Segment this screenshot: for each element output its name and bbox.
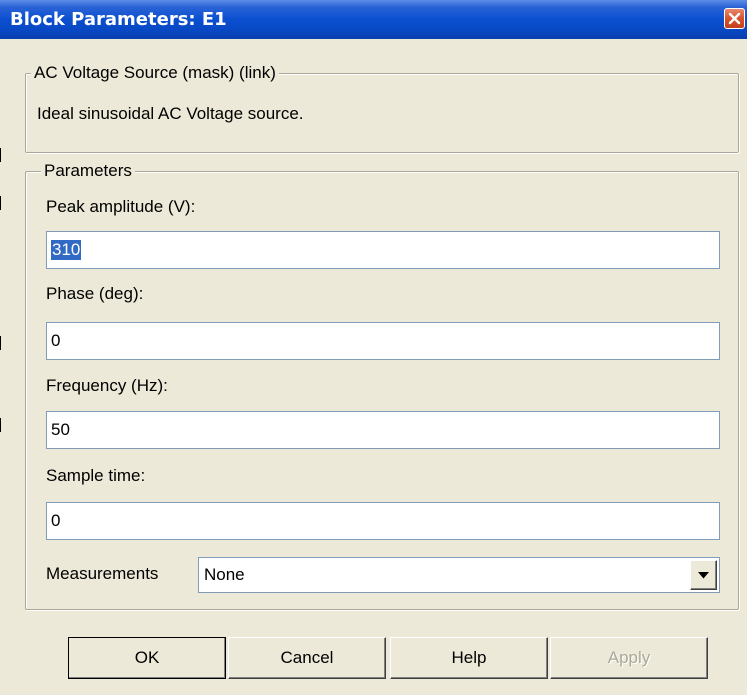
background-tick	[0, 196, 1, 210]
sample-time-label: Sample time:	[46, 466, 146, 485]
frequency-input[interactable]: 50	[46, 411, 720, 449]
peak-amplitude-label: Peak amplitude (V):	[46, 197, 196, 216]
background-tick	[0, 148, 1, 162]
phase-value: 0	[51, 331, 61, 350]
ok-button[interactable]: OK	[68, 637, 226, 679]
frequency-label: Frequency (Hz):	[46, 376, 168, 395]
help-button[interactable]: Help	[390, 637, 548, 679]
apply-button[interactable]: Apply	[550, 637, 708, 679]
parameters-legend: Parameters	[41, 161, 135, 181]
background-tick	[0, 418, 1, 432]
description-text: Ideal sinusoidal AC Voltage source.	[37, 104, 304, 123]
close-button[interactable]	[724, 8, 745, 29]
measurements-select[interactable]: None	[198, 557, 720, 593]
measurements-value: None	[204, 565, 245, 584]
cancel-button[interactable]: Cancel	[228, 637, 386, 679]
close-icon	[728, 12, 741, 25]
dropdown-button[interactable]	[690, 560, 717, 590]
sample-time-value: 0	[51, 511, 61, 530]
description-legend: AC Voltage Source (mask) (link)	[31, 63, 279, 83]
frequency-value: 50	[51, 420, 70, 439]
chevron-down-icon	[698, 572, 709, 579]
window-title: Block Parameters: E1	[10, 9, 227, 30]
peak-amplitude-value: 310	[51, 240, 82, 260]
measurements-label: Measurements	[46, 564, 159, 583]
phase-input[interactable]: 0	[46, 322, 720, 360]
title-bar[interactable]: Block Parameters: E1	[0, 0, 747, 39]
sample-time-input[interactable]: 0	[46, 502, 720, 540]
peak-amplitude-input[interactable]: 310	[46, 231, 720, 269]
phase-label: Phase (deg):	[46, 284, 144, 303]
background-tick	[0, 336, 1, 350]
